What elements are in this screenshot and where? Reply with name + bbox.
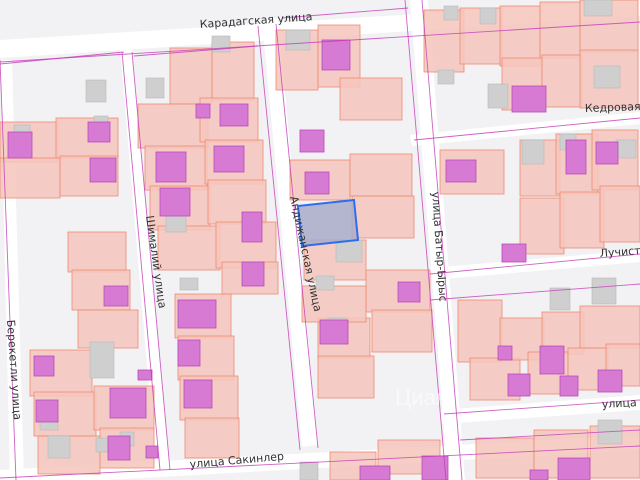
building-36[interactable] [557, 457, 591, 480]
parcel-40[interactable] [559, 191, 605, 249]
parcel-61[interactable] [184, 417, 240, 459]
gray-building-8 [85, 79, 107, 103]
building-29[interactable] [497, 345, 513, 361]
gray-building-3 [479, 7, 497, 25]
building-11[interactable] [213, 145, 245, 173]
building-24[interactable] [35, 399, 59, 423]
map-canvas[interactable]: Карадагская улица Кедровая Шималий улица… [0, 0, 640, 480]
parcel-41[interactable] [599, 185, 640, 243]
building-38[interactable] [137, 369, 153, 381]
building-21[interactable] [177, 339, 201, 367]
gray-building-23 [591, 277, 617, 305]
parcel-4[interactable] [339, 77, 403, 121]
building-28[interactable] [501, 243, 527, 263]
gray-building-7 [437, 69, 455, 85]
building-25[interactable] [109, 387, 147, 419]
building-18[interactable] [397, 281, 421, 303]
gray-building-26 [299, 461, 319, 480]
building-4[interactable] [511, 85, 547, 113]
building-26[interactable] [107, 435, 131, 461]
parcel-46[interactable] [579, 305, 640, 349]
building-15[interactable] [241, 211, 263, 243]
building-23[interactable] [33, 355, 55, 377]
building-0[interactable] [321, 39, 351, 71]
street-label-luchist: Лучист [599, 244, 640, 260]
parcel-7[interactable] [499, 5, 541, 67]
building-7[interactable] [7, 131, 33, 159]
gray-building-24 [549, 287, 571, 311]
building-13[interactable] [219, 103, 249, 127]
building-12[interactable] [159, 187, 191, 217]
parcel-50[interactable] [67, 231, 127, 273]
gray-building-21 [95, 437, 109, 453]
building-10[interactable] [155, 151, 187, 183]
building-3[interactable] [445, 159, 477, 183]
parcel-42[interactable] [457, 299, 503, 363]
building-2[interactable] [304, 171, 330, 195]
building-14[interactable] [195, 103, 211, 119]
building-9[interactable] [89, 157, 117, 183]
building-22[interactable] [183, 379, 213, 409]
street-label-ulitsa: улица [601, 396, 637, 411]
gray-building-20 [47, 435, 71, 459]
building-17[interactable] [103, 285, 129, 307]
gray-building-6 [593, 65, 621, 89]
building-20[interactable] [177, 299, 217, 329]
building-1[interactable] [299, 129, 325, 153]
building-34[interactable] [359, 465, 391, 480]
gray-building-27 [179, 277, 199, 291]
parcel-11[interactable] [541, 54, 583, 108]
gray-building-12 [521, 139, 545, 165]
building-30[interactable] [507, 373, 531, 397]
building-5[interactable] [565, 139, 587, 175]
building-33[interactable] [597, 369, 623, 393]
watermark-text: Циан [395, 385, 448, 410]
building-8[interactable] [87, 121, 111, 143]
parcel-23[interactable] [157, 225, 221, 271]
gray-building-15 [165, 213, 187, 233]
gray-building-2 [443, 5, 459, 21]
parcel-39[interactable] [519, 197, 565, 255]
gray-building-1 [285, 29, 311, 51]
gray-building-9 [145, 77, 165, 99]
building-37[interactable] [529, 469, 549, 480]
gray-building-4 [583, 0, 613, 17]
gray-building-5 [487, 83, 509, 109]
building-19[interactable] [319, 319, 349, 345]
parcel-16[interactable] [0, 157, 61, 199]
parcel-28[interactable] [351, 195, 415, 239]
parcel-33[interactable] [317, 355, 375, 399]
parcel-8[interactable] [539, 1, 581, 59]
gray-building-18 [89, 341, 115, 379]
building-31[interactable] [539, 345, 565, 375]
building-6[interactable] [595, 141, 619, 165]
building-32[interactable] [559, 375, 579, 397]
street-label-kedrovaya: Кедровая [585, 100, 640, 115]
cadastral-map[interactable]: Карадагская улица Кедровая Шималий улица… [0, 0, 640, 480]
gray-building-14 [615, 139, 637, 159]
gray-building-16 [335, 239, 363, 263]
building-27[interactable] [145, 445, 159, 459]
parcel-0[interactable] [169, 47, 213, 105]
parcel-27[interactable] [349, 153, 413, 197]
parcel-31[interactable] [371, 309, 433, 353]
parcel-63[interactable] [475, 437, 535, 479]
building-16[interactable] [241, 261, 265, 287]
